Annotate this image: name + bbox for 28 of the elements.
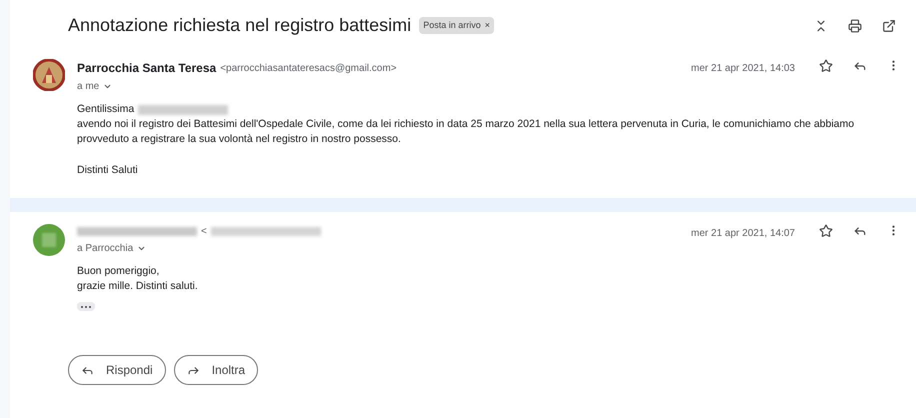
star-icon <box>819 59 833 73</box>
caret-icon <box>103 82 112 91</box>
greeting-text: Gentilissima <box>77 102 134 117</box>
inbox-label: Posta in arrivo × <box>419 16 494 34</box>
print-icon[interactable] <box>848 18 862 32</box>
sender-email: < <box>201 225 207 239</box>
avatar <box>33 224 65 256</box>
email-subject: Annotazione richiesta nel registro battesimi <box>68 14 412 37</box>
trimmed-content-button[interactable] <box>77 302 95 311</box>
star-icon <box>819 224 833 238</box>
body-text: avendo noi il registro dei Battesimi dell'Ospedale Civile, come da lei richiesto in data 25 marzo 2021 nella sua lettera pervenuta in Curia, le comunichiamo che abbiamo provveduto a registrare la sua volontà nel registro in nostro possesso. <box>77 117 856 147</box>
star-button[interactable] <box>819 224 833 238</box>
sender-name: Parrocchia Santa Teresa <box>77 60 216 77</box>
recipient-dropdown[interactable]: a Parrocchia <box>77 241 146 256</box>
star-button[interactable] <box>819 59 833 73</box>
forward-button[interactable]: Inoltra <box>174 355 258 385</box>
recipient-dropdown[interactable]: a me <box>77 79 112 94</box>
reply-button[interactable]: Rispondi <box>68 355 166 385</box>
sender-email: <parrocchiasantateresacs@gmail.com> <box>220 62 397 76</box>
caret-icon <box>137 244 146 253</box>
remove-label-button[interactable]: × <box>484 18 490 32</box>
parish-logo-icon <box>33 59 65 91</box>
body-text: Buon pomeriggio, <box>77 264 160 279</box>
new-window-icon[interactable] <box>882 18 896 32</box>
message-date: mer 21 apr 2021, 14:07 <box>691 227 795 241</box>
body-text: Distinti Saluti <box>77 163 139 178</box>
body-text: grazie mille. Distinti saluti. <box>77 279 199 294</box>
message-date: mer 21 apr 2021, 14:03 <box>691 62 795 76</box>
